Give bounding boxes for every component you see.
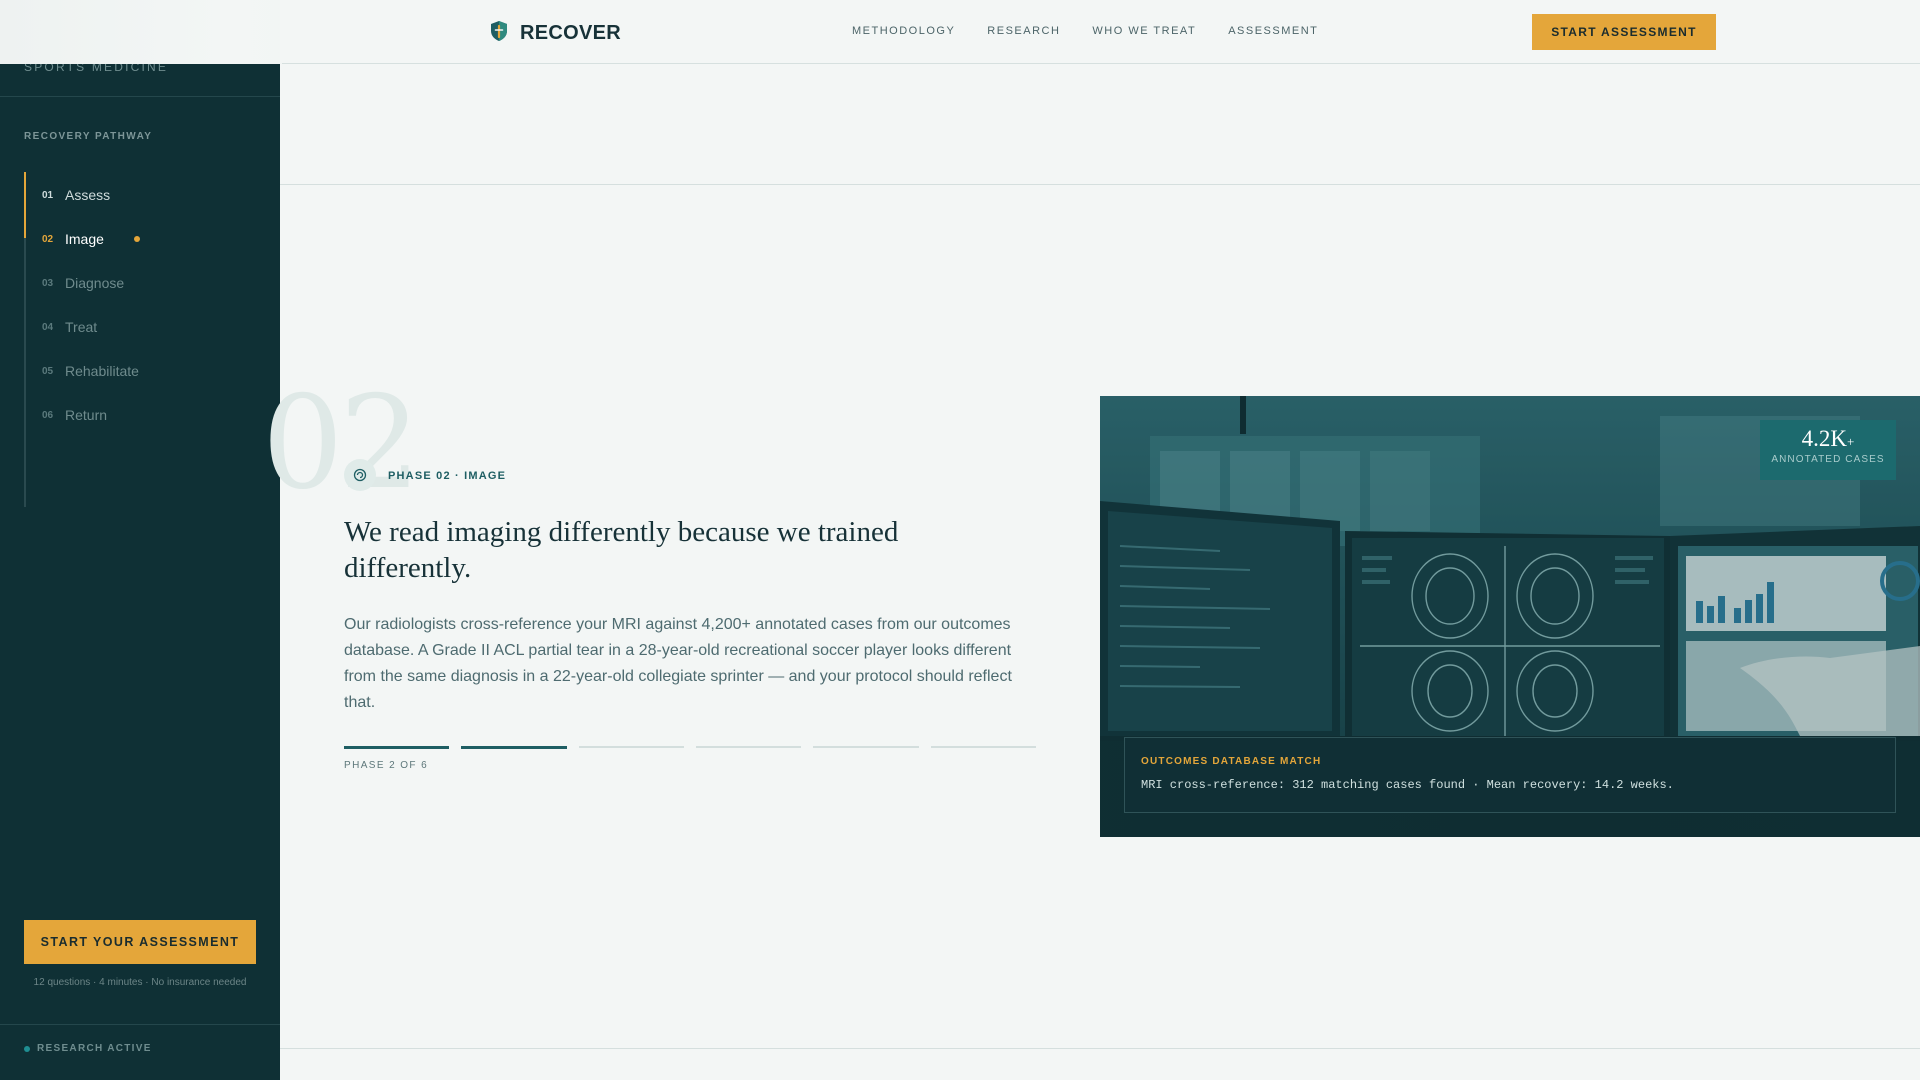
- sidebar-step-image[interactable]: 02 Image: [42, 217, 140, 261]
- section-divider: [280, 1048, 1920, 1049]
- start-assessment-button[interactable]: START ASSESSMENT: [1532, 14, 1716, 50]
- step-label: Return: [65, 407, 108, 423]
- nav-overlay: [0, 0, 282, 64]
- phase-big-number: 02: [262, 369, 421, 518]
- match-summary: MRI cross-reference: 312 matching cases …: [1141, 778, 1674, 792]
- progress-segment: [461, 746, 567, 749]
- step-label: Image: [65, 231, 104, 247]
- step-number: 04: [42, 321, 54, 333]
- assessment-meta: 12 questions · 4 minutes · No insurance …: [33, 977, 247, 988]
- step-number: 03: [42, 277, 54, 289]
- stat-suffix: +: [1847, 434, 1855, 449]
- progress-segment: [344, 746, 450, 749]
- step-label: Diagnose: [65, 275, 125, 291]
- top-nav: RECOVER METHODOLOGY RESEARCH WHO WE TREA…: [0, 0, 1920, 64]
- section-divider: [280, 184, 1920, 185]
- phase-counter: PHASE 2 OF 6: [344, 760, 429, 771]
- annotated-cases-badge: 4.2K+ ANNOTATED CASES: [1760, 420, 1896, 480]
- sidebar-section-title: RECOVERY PATHWAY: [24, 131, 153, 142]
- step-label: Assess: [65, 187, 111, 203]
- stat-value: 4.2K+: [1760, 426, 1896, 452]
- progress-segment: [578, 746, 684, 748]
- pathway-steps: 01 Assess 02 Image 03 Diagnose 04 Treat 05 Rehabi…: [42, 173, 140, 437]
- nav-link-who-we-treat[interactable]: WHO WE TREAT: [1092, 25, 1196, 37]
- progress-segment: [695, 746, 802, 748]
- sidebar: SPORTS MEDICINE RECOVERY PATHWAY 01 Asses…: [0, 0, 280, 1080]
- sidebar-step-rehabilitate[interactable]: 05 Rehabilitate: [42, 349, 140, 393]
- pathway-track-progress: [24, 172, 26, 238]
- status-dot-icon: [24, 1045, 30, 1052]
- sidebar-divider: [0, 1024, 280, 1025]
- phase-headline: We read imaging differently because we t…: [344, 516, 899, 584]
- nav-link-research[interactable]: RESEARCH: [987, 25, 1060, 37]
- step-number: 01: [42, 189, 54, 201]
- scan-icon: [344, 459, 376, 491]
- sidebar-step-assess[interactable]: 01 Assess: [42, 173, 140, 217]
- logo-text: RECOVER: [520, 22, 622, 44]
- stat-number: 4.2K: [1801, 426, 1848, 451]
- stat-label: ANNOTATED CASES: [1771, 454, 1885, 465]
- research-status: RESEARCH ACTIVE: [24, 1043, 152, 1054]
- nav-link-assessment[interactable]: ASSESSMENT: [1228, 25, 1318, 37]
- sidebar-step-diagnose[interactable]: 03 Diagnose: [42, 261, 140, 305]
- progress-segment: [813, 746, 919, 748]
- step-number: 02: [42, 233, 54, 245]
- step-label: Treat: [65, 319, 98, 335]
- step-number: 05: [42, 365, 54, 377]
- sidebar-step-treat[interactable]: 04 Treat: [42, 305, 140, 349]
- main-nav: METHODOLOGY RESEARCH WHO WE TREAT ASSESS…: [852, 25, 1318, 37]
- active-step-dot-icon: [133, 236, 140, 242]
- imaging-photo-panel: 4.2K+ ANNOTATED CASES OUTCOMES DATABASE …: [1100, 396, 1920, 837]
- start-your-assessment-button[interactable]: START YOUR ASSESSMENT: [24, 920, 256, 964]
- phase-label: PHASE 02 · IMAGE: [388, 470, 507, 482]
- sidebar-step-return[interactable]: 06 Return: [42, 393, 140, 437]
- sidebar-divider: [0, 96, 280, 97]
- research-status-label: RESEARCH ACTIVE: [37, 1043, 152, 1054]
- phase-description: Our radiologists cross-reference your MR…: [344, 616, 1012, 711]
- progress-segment: [930, 746, 1036, 748]
- nav-link-methodology[interactable]: METHODOLOGY: [852, 25, 955, 37]
- step-number: 06: [42, 409, 54, 421]
- step-label: Rehabilitate: [65, 363, 139, 379]
- shield-icon: [490, 20, 508, 47]
- logo[interactable]: RECOVER: [490, 20, 621, 47]
- match-title: OUTCOMES DATABASE MATCH: [1141, 756, 1322, 767]
- phase-progress: [344, 746, 1036, 749]
- outcomes-match-card: OUTCOMES DATABASE MATCH MRI cross-refere…: [1124, 737, 1896, 813]
